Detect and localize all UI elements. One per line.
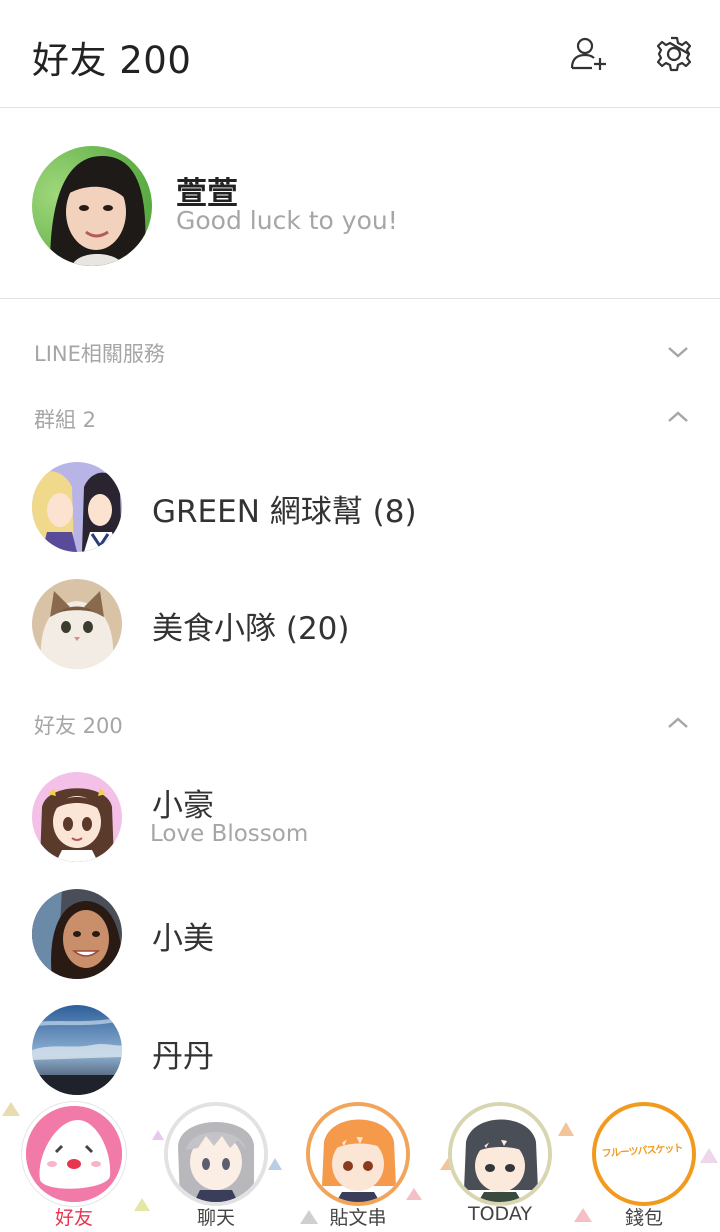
tab-chats[interactable]: 聊天 bbox=[160, 1090, 280, 1232]
tab-timeline[interactable]: 貼文串 bbox=[302, 1090, 422, 1232]
chevron-up-icon[interactable] bbox=[666, 715, 690, 731]
friend-name: 小美 bbox=[152, 921, 214, 957]
tab-label-today: TODAY bbox=[468, 1203, 532, 1225]
tab-label-friends: 好友 bbox=[54, 1207, 93, 1229]
add-friend-icon[interactable] bbox=[568, 34, 608, 74]
page-title: 好友 200 bbox=[32, 39, 192, 82]
header: 好友 200 bbox=[0, 0, 720, 108]
profile-status: Good luck to you! bbox=[176, 206, 398, 235]
group-name: 美食小隊 (20) bbox=[152, 611, 350, 647]
logo-text: フルーツバスケット bbox=[601, 1143, 683, 1160]
wallet-tab-icon: フルーツバスケット bbox=[592, 1102, 696, 1206]
friend-avatar bbox=[32, 772, 122, 862]
chevron-down-icon[interactable] bbox=[666, 344, 690, 360]
tab-wallet[interactable]: フルーツバスケット 錢包 bbox=[588, 1090, 708, 1232]
friend-status: Love Blossom bbox=[150, 821, 309, 847]
group-avatar bbox=[32, 462, 122, 552]
tab-today[interactable]: TODAY bbox=[444, 1090, 564, 1232]
tab-label-timeline: 貼文串 bbox=[329, 1207, 387, 1229]
bottom-tab-bar: 好友 聊天 貼文串 TODAY フルーツバスケット 錢包 bbox=[0, 1090, 720, 1232]
friend-avatar bbox=[32, 889, 122, 979]
tab-label-chats: 聊天 bbox=[196, 1207, 235, 1229]
section-groups-label[interactable]: 群組 2 bbox=[34, 404, 96, 434]
friend-name: 小豪 bbox=[152, 788, 214, 824]
section-friends-label[interactable]: 好友 200 bbox=[34, 710, 123, 740]
group-avatar bbox=[32, 579, 122, 669]
friend-name: 丹丹 bbox=[152, 1039, 214, 1075]
chats-tab-icon bbox=[164, 1102, 268, 1206]
section-services-label[interactable]: LINE相關服務 bbox=[34, 338, 165, 368]
friend-avatar bbox=[32, 1005, 122, 1095]
group-name: GREEN 網球幫 (8) bbox=[152, 494, 417, 530]
timeline-tab-icon bbox=[306, 1102, 410, 1206]
my-profile[interactable] bbox=[0, 108, 720, 299]
chevron-up-icon[interactable] bbox=[666, 409, 690, 425]
tab-label-wallet: 錢包 bbox=[624, 1207, 663, 1229]
my-avatar[interactable] bbox=[32, 146, 152, 266]
today-tab-icon bbox=[448, 1102, 552, 1206]
friends-tab-icon bbox=[22, 1102, 126, 1206]
gear-icon[interactable] bbox=[654, 34, 694, 74]
tab-friends[interactable]: 好友 bbox=[18, 1090, 138, 1232]
